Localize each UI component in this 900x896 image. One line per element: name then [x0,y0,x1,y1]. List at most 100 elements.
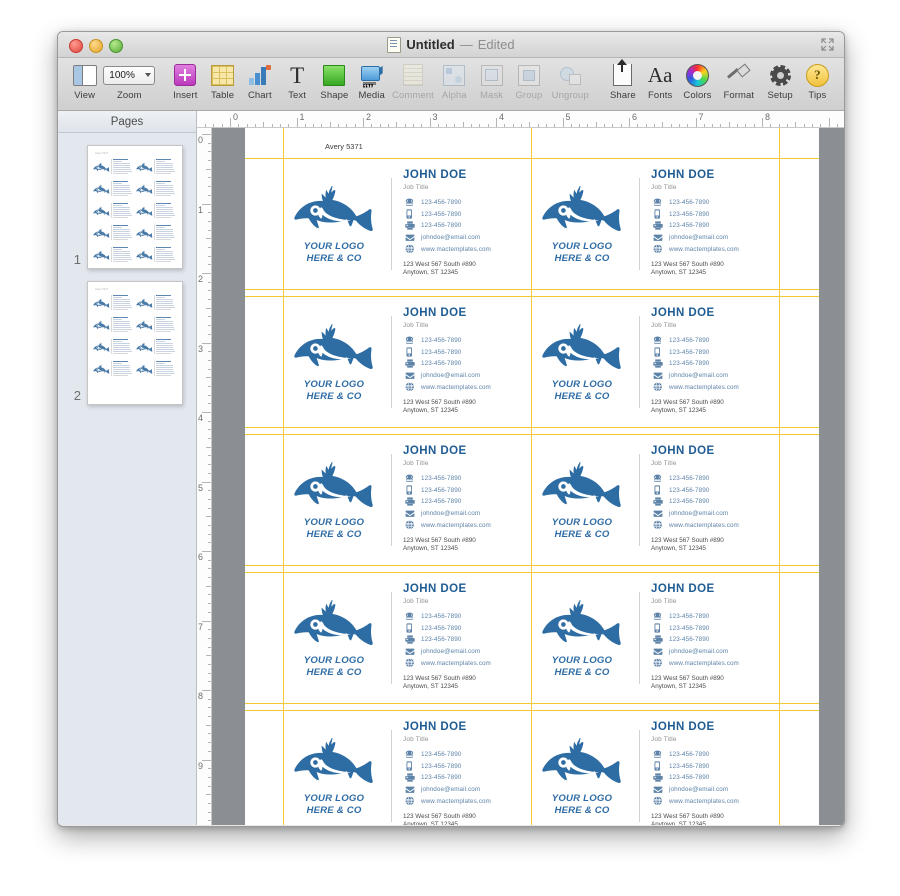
contact-value: 123-456-7890 [669,498,709,505]
contact-value: johndoe@email.com [421,786,480,793]
window-title: Untitled — Edited [58,32,844,57]
card-logo-text: YOUR LOGO HERE & CO [552,793,612,817]
toolbar-button-tips[interactable]: ? Tips [799,62,836,101]
toolbar-button-media[interactable]: Media [353,62,390,101]
telephone-icon [651,750,664,759]
toolbar-button-insert[interactable]: Insert [167,62,204,101]
setup-icon [770,62,791,88]
contact-row: 123-456-7890 [651,496,779,508]
thumb-template-label: Avery 5371 [95,152,177,155]
card-logo-area: YOUR LOGO HERE & CO [531,458,639,541]
card-job-title: Job Title [651,322,779,329]
card-contact-list: 123-456-7890 123-456-7890 123-456-7890 j… [651,749,779,807]
toolbar-button-format[interactable]: Format [716,62,761,101]
business-card[interactable]: YOUR LOGO HERE & CO JOHN DOE Job Title 1… [283,710,531,825]
toolbar-button-share[interactable]: Share [604,62,641,101]
card-logo-area: YOUR LOGO HERE & CO [283,320,391,403]
logo-line-2: HERE & CO [304,805,364,817]
toolbar-button-shape[interactable]: Shape [316,62,353,101]
fax-icon [403,773,416,782]
toolbar-button-table[interactable]: Table [204,62,241,101]
fish-logo-icon [93,318,110,332]
business-card[interactable]: YOUR LOGO HERE & CO JOHN DOE Job Title 1… [531,296,779,427]
card-info-area: JOHN DOE Job Title 123-456-7890 123-456-… [640,445,779,554]
logo-line-2: HERE & CO [552,253,612,265]
fish-logo-icon [136,296,153,310]
toolbar-button-chart[interactable]: Chart [241,62,278,101]
contact-row: www.mactemplates.com [403,519,531,531]
vruler-tick-label: 7 [198,623,203,632]
envelope-icon [403,510,416,518]
card-name: JOHN DOE [403,583,531,596]
horizontal-ruler[interactable]: 012345678 [197,111,844,128]
toolbar-button-colors[interactable]: Colors [679,62,716,101]
logo-line-1: YOUR LOGO [304,793,364,805]
page-thumbnail-2[interactable]: 2Avery 5371 [58,281,196,405]
fish-logo-icon [93,182,110,196]
contact-value: 123-456-7890 [669,774,709,781]
media-icon [361,62,383,88]
maximize-button[interactable] [109,39,123,53]
card-contact-list: 123-456-7890 123-456-7890 123-456-7890 j… [651,473,779,531]
page-thumbnail-1[interactable]: 1Avery 5371 [58,145,196,269]
telephone-icon [651,612,664,621]
business-card[interactable]: YOUR LOGO HERE & CO JOHN DOE Job Title 1… [531,572,779,703]
thumb-card-row [93,179,177,198]
toolbar-button-text[interactable]: T Text [278,62,315,101]
fish-logo-icon [136,226,153,240]
card-name: JOHN DOE [651,721,779,734]
card-logo-text: YOUR LOGO HERE & CO [304,517,364,541]
toolbar-button-setup[interactable]: Setup [761,62,798,101]
canvas[interactable]: Avery 5371 YOUR LOGO HERE & CO JOHN DOE … [212,128,844,825]
fish-logo-icon [93,296,110,310]
business-card[interactable]: YOUR LOGO HERE & CO JOHN DOE Job Title 1… [283,158,531,289]
close-button[interactable] [69,39,83,53]
thumb-card [136,359,177,378]
logo-line-1: YOUR LOGO [304,517,364,529]
vruler-tick-label: 6 [198,553,203,562]
card-info-area: JOHN DOE Job Title 123-456-7890 123-456-… [392,721,531,825]
hruler-tick-label: 7 [699,112,704,122]
address-line-2: Anytown, ST 12345 [403,683,531,692]
logo-line-1: YOUR LOGO [304,655,364,667]
toolbar-label-text: Text [288,90,306,101]
minimize-button[interactable] [89,39,103,53]
contact-value: www.mactemplates.com [669,798,739,805]
thumb-card-row [93,315,177,334]
card-info-area: JOHN DOE Job Title 123-456-7890 123-456-… [392,307,531,416]
contact-row: 123-456-7890 [403,611,531,623]
address-line-2: Anytown, ST 12345 [651,545,779,554]
card-info-area: JOHN DOE Job Title 123-456-7890 123-456-… [392,583,531,692]
document-page[interactable]: Avery 5371 YOUR LOGO HERE & CO JOHN DOE … [245,128,819,825]
business-card[interactable]: YOUR LOGO HERE & CO JOHN DOE Job Title 1… [283,296,531,427]
contact-value: 123-456-7890 [669,475,709,482]
contact-row: 123-456-7890 [403,209,531,221]
application-window: Untitled — Edited View 100% Zoom [57,31,845,827]
toolbar: View 100% Zoom Insert Table Chart [58,58,844,111]
business-card[interactable]: YOUR LOGO HERE & CO JOHN DOE Job Title 1… [283,572,531,703]
contact-value: 123-456-7890 [669,636,709,643]
format-icon [728,62,750,88]
toolbar-label-format: Format [723,90,754,101]
fish-logo-icon [541,458,624,510]
toolbar-button-view[interactable]: View [66,62,103,101]
zoom-dropdown[interactable]: 100% [103,62,155,88]
vruler-tick-label: 5 [198,484,203,493]
card-name: JOHN DOE [403,721,531,734]
vertical-ruler[interactable]: 0123456789 [197,128,212,825]
business-card[interactable]: YOUR LOGO HERE & CO JOHN DOE Job Title 1… [531,158,779,289]
toolbar-zoom-control[interactable]: 100% Zoom [103,62,155,101]
envelope-icon [403,786,416,794]
contact-row: johndoe@email.com [651,508,779,520]
contact-value: johndoe@email.com [669,234,728,241]
toolbar-button-fonts[interactable]: Aa Fonts [642,62,679,101]
vruler-tick-label: 4 [198,414,203,423]
business-card[interactable]: YOUR LOGO HERE & CO JOHN DOE Job Title 1… [531,710,779,825]
contact-value: 123-456-7890 [421,498,461,505]
business-card[interactable]: YOUR LOGO HERE & CO JOHN DOE Job Title 1… [531,434,779,565]
address-line-2: Anytown, ST 12345 [403,821,531,825]
card-address: 123 West 567 South #890 Anytown, ST 1234… [651,261,779,278]
hruler-tick-label: 3 [433,112,438,122]
fullscreen-icon[interactable] [821,38,834,51]
business-card[interactable]: YOUR LOGO HERE & CO JOHN DOE Job Title 1… [283,434,531,565]
